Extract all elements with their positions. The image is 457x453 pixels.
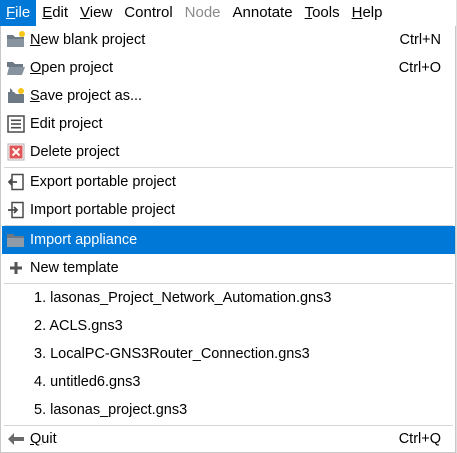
menu-item-label: Import portable project	[30, 202, 176, 218]
menu-item-open-project[interactable]: Open project Ctrl+O	[2, 54, 455, 82]
recent-project-item[interactable]: 4. untitled6.gns3	[2, 368, 455, 396]
export-icon	[2, 168, 30, 196]
open-folder-icon	[2, 54, 30, 82]
menu-item-import-appliance[interactable]: Import appliance	[2, 226, 455, 254]
menu-item-quit[interactable]: Quit Ctrl+Q	[2, 425, 455, 453]
import-icon	[2, 196, 30, 224]
menu-item-label: New blank project	[30, 32, 146, 48]
file-menu-dropdown: New blank project Ctrl+N Open project Ct…	[0, 26, 456, 453]
menu-item-label: Import appliance	[30, 232, 138, 248]
quit-arrow-icon	[2, 425, 30, 453]
save-as-icon	[2, 82, 30, 110]
list-icon	[2, 110, 30, 138]
menu-bar: File Edit View Control Node Annotate Too…	[0, 0, 457, 26]
recent-project-item[interactable]: 5. lasonas_project.gns3	[2, 396, 455, 424]
menu-item-save-project-as[interactable]: Save project as...	[2, 82, 455, 110]
menu-item-import-portable-project[interactable]: Import portable project	[2, 196, 455, 224]
recent-project-label: 2. ACLS.gns3	[34, 318, 123, 334]
menu-item-new-blank-project[interactable]: New blank project Ctrl+N	[2, 26, 455, 54]
recent-project-label: 1. lasonas_Project_Network_Automation.gn…	[34, 290, 332, 306]
menu-item-label: Open project	[30, 60, 114, 76]
menu-view[interactable]: View	[74, 0, 118, 26]
recent-project-item[interactable]: 1. lasonas_Project_Network_Automation.gn…	[2, 284, 455, 312]
shortcut-label: Ctrl+Q	[398, 431, 441, 447]
recent-project-label: 3. LocalPC-GNS3Router_Connection.gns3	[34, 346, 310, 362]
menu-help[interactable]: Help	[346, 0, 389, 26]
recent-project-item[interactable]: 3. LocalPC-GNS3Router_Connection.gns3	[2, 340, 455, 368]
folder-icon	[2, 226, 30, 254]
menu-item-new-template[interactable]: New template	[2, 254, 455, 282]
recent-project-label: 4. untitled6.gns3	[34, 374, 141, 390]
menu-edit[interactable]: Edit	[36, 0, 74, 26]
shortcut-label: Ctrl+N	[399, 32, 442, 48]
menu-control[interactable]: Control	[118, 0, 178, 26]
recent-project-item[interactable]: 2. ACLS.gns3	[2, 312, 455, 340]
menu-annotate[interactable]: Annotate	[227, 0, 299, 26]
menu-item-edit-project[interactable]: Edit project	[2, 110, 455, 138]
menu-item-label: Quit	[30, 431, 57, 447]
new-folder-icon	[2, 26, 30, 54]
menu-item-label: Save project as...	[30, 88, 143, 104]
menu-item-label: New template	[30, 260, 119, 276]
delete-icon	[2, 138, 30, 166]
shortcut-label: Ctrl+O	[398, 60, 441, 76]
menu-item-label: Export portable project	[30, 174, 176, 190]
recent-project-label: 5. lasonas_project.gns3	[34, 402, 188, 418]
menu-node: Node	[184, 4, 221, 21]
menu-item-label: Edit project	[30, 116, 103, 132]
menu-tools[interactable]: Tools	[299, 0, 346, 26]
menu-file[interactable]: File	[0, 0, 37, 26]
menu-item-label: Delete project	[30, 144, 120, 160]
menu-item-delete-project[interactable]: Delete project	[2, 138, 455, 166]
menu-item-export-portable-project[interactable]: Export portable project	[2, 168, 455, 196]
plus-icon	[2, 254, 30, 282]
